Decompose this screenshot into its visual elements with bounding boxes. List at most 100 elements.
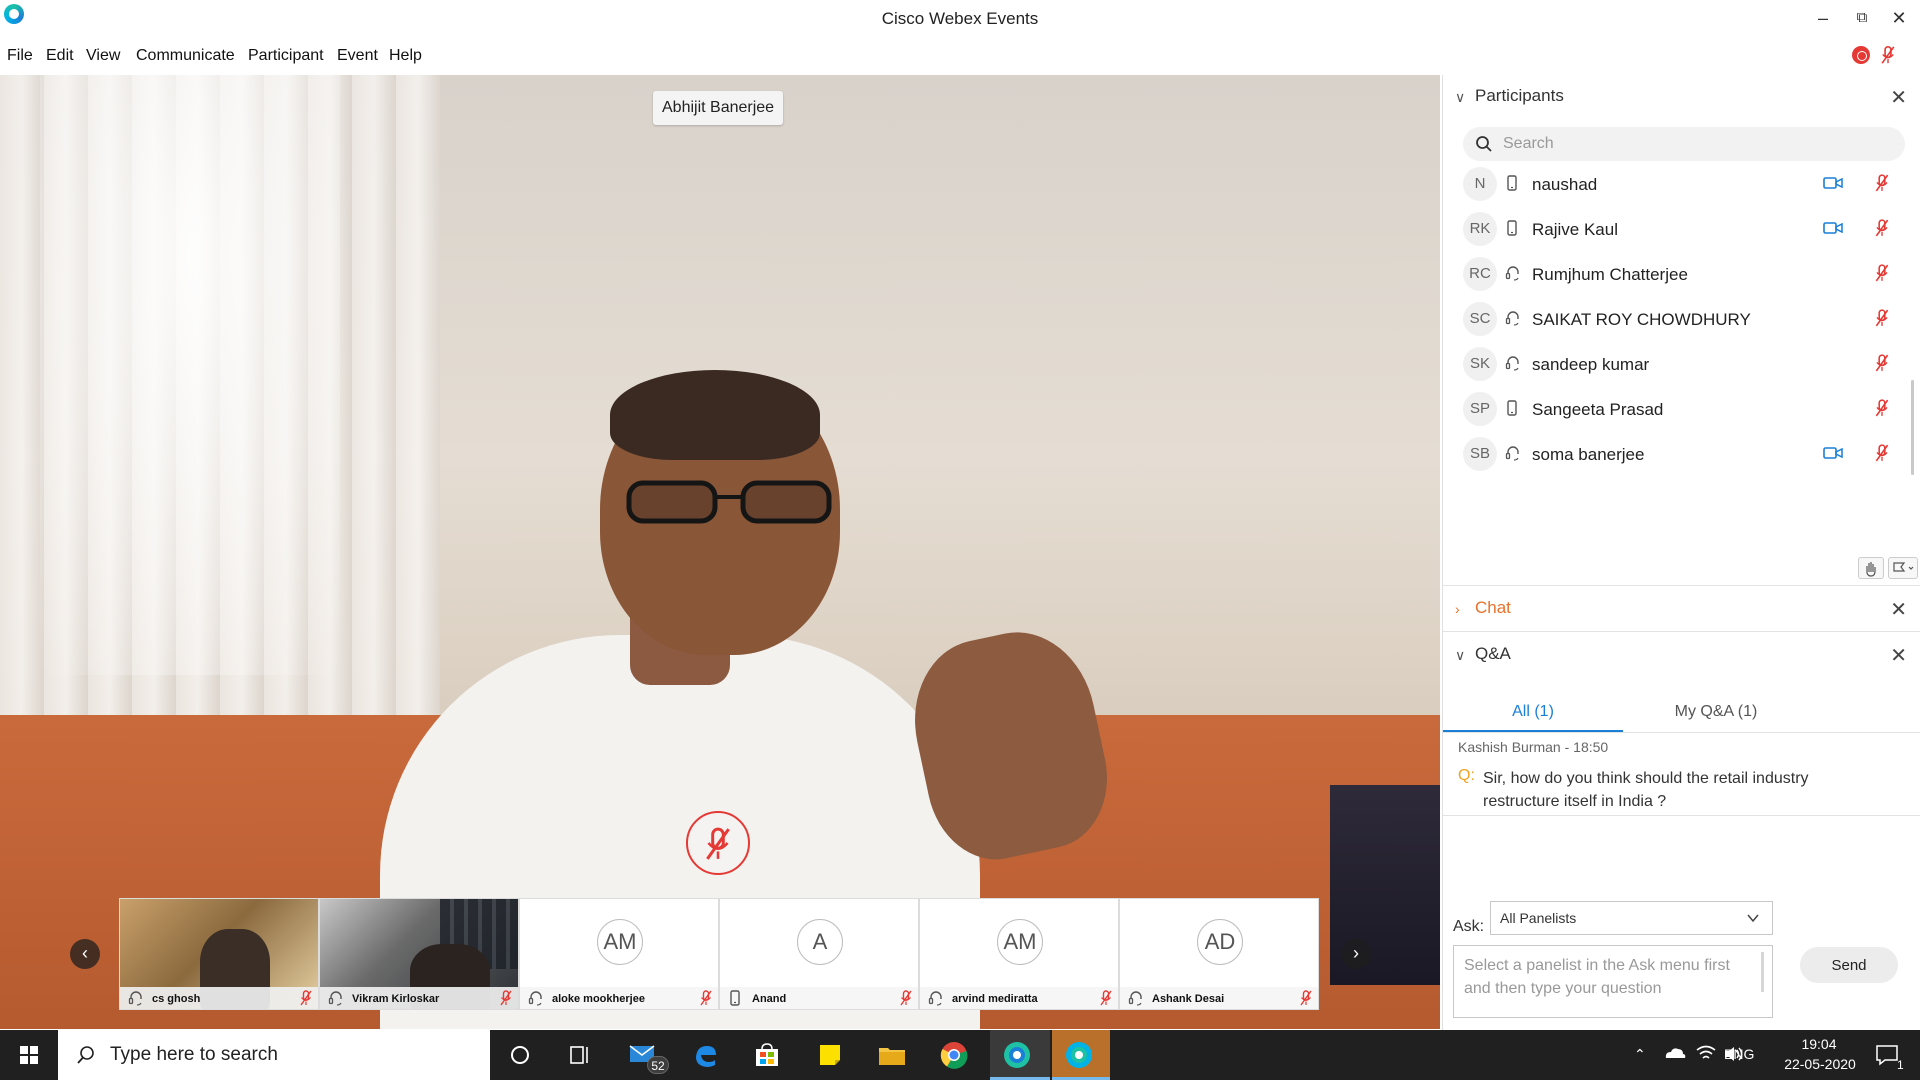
notification-count: 1 [1897, 1058, 1904, 1072]
network-icon[interactable] [1692, 1040, 1720, 1068]
windows-logo-icon [20, 1046, 38, 1064]
close-window-icon[interactable]: ✕ [1884, 6, 1914, 30]
onedrive-icon[interactable] [1660, 1040, 1688, 1068]
language-indicator[interactable]: ENG [1724, 1046, 1754, 1062]
menu-bar: File Edit View Communicate Participant E… [0, 38, 1920, 74]
headset-icon [528, 991, 542, 1006]
filmstrip-tile[interactable]: cs ghosh [119, 898, 319, 1010]
filmstrip-tile[interactable]: AD Ashank Desai [1119, 898, 1319, 1010]
recording-icon[interactable] [1852, 46, 1870, 64]
mic-muted-icon[interactable] [1875, 219, 1889, 237]
ask-target-value: All Panelists [1500, 910, 1577, 926]
menu-event[interactable]: Event [337, 47, 378, 65]
menu-edit[interactable]: Edit [46, 47, 74, 65]
avatar: SC [1463, 302, 1497, 336]
participant-scrollbar[interactable] [1911, 380, 1914, 475]
search-icon [1476, 136, 1492, 152]
mic-muted-icon [300, 990, 312, 1006]
sticky-notes-icon[interactable] [813, 1038, 847, 1072]
side-panel: ∨ Participants ✕ N naushad RK Rajive Kau… [1442, 75, 1920, 1030]
video-camera-icon[interactable] [1823, 221, 1843, 235]
clock-time[interactable]: 19:04 [1784, 1036, 1854, 1052]
tab-all[interactable]: All (1) [1443, 692, 1623, 732]
tab-my-qa[interactable]: My Q&A (1) [1626, 692, 1806, 732]
mic-muted-icon [500, 990, 512, 1006]
filmstrip-tile[interactable]: Vikram Kirloskar [319, 898, 519, 1010]
glasses-shape [626, 480, 832, 524]
tile-name: arvind mediratta [952, 993, 1038, 1005]
tile-name: Ashank Desai [1152, 993, 1225, 1005]
menu-help[interactable]: Help [389, 47, 422, 65]
search-icon [77, 1046, 94, 1064]
more-options-button[interactable] [1888, 557, 1918, 579]
filmstrip-tile[interactable]: AM aloke mookherjee [519, 898, 719, 1010]
filmstrip-tile[interactable]: AM arvind mediratta [919, 898, 1119, 1010]
clock-date[interactable]: 22-05-2020 [1770, 1056, 1870, 1072]
participant-name: Sangeeta Prasad [1532, 400, 1664, 419]
close-qa-icon[interactable]: ✕ [1890, 643, 1907, 668]
mic-muted-icon[interactable] [1875, 174, 1889, 192]
participant-search[interactable] [1463, 127, 1905, 161]
webex-meetings-icon[interactable] [1000, 1038, 1034, 1072]
question-input[interactable] [1464, 954, 1754, 1010]
mic-muted-icon[interactable] [1875, 444, 1889, 462]
tile-name: aloke mookherjee [552, 993, 645, 1005]
raise-hand-button[interactable] [1858, 557, 1884, 579]
taskbar-search-placeholder: Type here to search [110, 1044, 278, 1065]
headset-icon [1505, 356, 1519, 371]
edge-icon[interactable] [689, 1038, 723, 1072]
minimize-icon[interactable]: – [1808, 6, 1838, 30]
chat-header[interactable]: › Chat ✕ [1443, 587, 1920, 631]
menu-participant[interactable]: Participant [248, 47, 324, 65]
mic-muted-icon[interactable] [1875, 309, 1889, 327]
search-input[interactable] [1503, 133, 1883, 155]
mute-status-icon[interactable] [1878, 44, 1898, 66]
participant-list: N naushad RK Rajive Kaul RC Rumjhum Chat… [1443, 165, 1903, 547]
headset-icon [928, 991, 942, 1006]
participants-header[interactable]: ∨ Participants ✕ [1443, 75, 1920, 119]
store-icon[interactable] [750, 1038, 784, 1072]
video-camera-icon[interactable] [1823, 176, 1843, 190]
headset-icon [1505, 446, 1519, 461]
menu-view[interactable]: View [86, 47, 120, 65]
video-camera-icon[interactable] [1823, 446, 1843, 460]
phone-icon [1507, 220, 1517, 236]
cortana-icon[interactable] [503, 1038, 537, 1072]
question-input-box[interactable] [1453, 945, 1773, 1018]
phone-icon [1507, 400, 1517, 416]
main-video[interactable] [0, 75, 1440, 1029]
close-participants-icon[interactable]: ✕ [1890, 85, 1907, 110]
ask-target-select[interactable]: All Panelists [1490, 901, 1773, 935]
participant-row[interactable]: SB soma banerjee [1443, 435, 1903, 490]
filmstrip-tile[interactable]: A Anand [719, 898, 919, 1010]
start-button[interactable] [0, 1030, 58, 1080]
webex-events-icon[interactable] [1062, 1038, 1096, 1072]
file-explorer-icon[interactable] [875, 1038, 909, 1072]
filmstrip-next-button[interactable]: › [1341, 939, 1371, 969]
chevron-down-icon[interactable]: ∨ [1455, 647, 1465, 664]
task-view-icon[interactable] [563, 1038, 597, 1072]
taskbar-search[interactable]: Type here to search [58, 1030, 490, 1080]
send-button[interactable]: Send [1800, 947, 1898, 983]
chat-title: Chat [1475, 598, 1511, 617]
mic-muted-icon[interactable] [1875, 399, 1889, 417]
menu-file[interactable]: File [7, 47, 33, 65]
participant-name: Rajive Kaul [1532, 220, 1618, 239]
mic-muted-icon[interactable] [1875, 264, 1889, 282]
chevron-down-icon[interactable]: ∨ [1455, 89, 1465, 106]
phone-icon [1507, 175, 1517, 191]
participant-name: naushad [1532, 175, 1598, 194]
filmstrip-prev-button[interactable]: ‹ [70, 939, 100, 969]
avatar: SP [1463, 392, 1497, 426]
mic-muted-icon[interactable] [1875, 354, 1889, 372]
menu-communicate[interactable]: Communicate [136, 47, 235, 65]
chevron-right-icon[interactable]: › [1455, 601, 1460, 617]
restore-icon[interactable]: ⧉ [1847, 6, 1877, 30]
headset-icon [1505, 266, 1519, 281]
chevron-down-icon [1747, 914, 1759, 923]
show-hidden-icons-icon[interactable]: ⌃ [1634, 1046, 1646, 1063]
qa-header[interactable]: ∨ Q&A ✕ [1443, 633, 1920, 677]
close-chat-icon[interactable]: ✕ [1890, 597, 1907, 622]
flag-dropdown-icon [1893, 562, 1914, 572]
chrome-icon[interactable] [937, 1038, 971, 1072]
